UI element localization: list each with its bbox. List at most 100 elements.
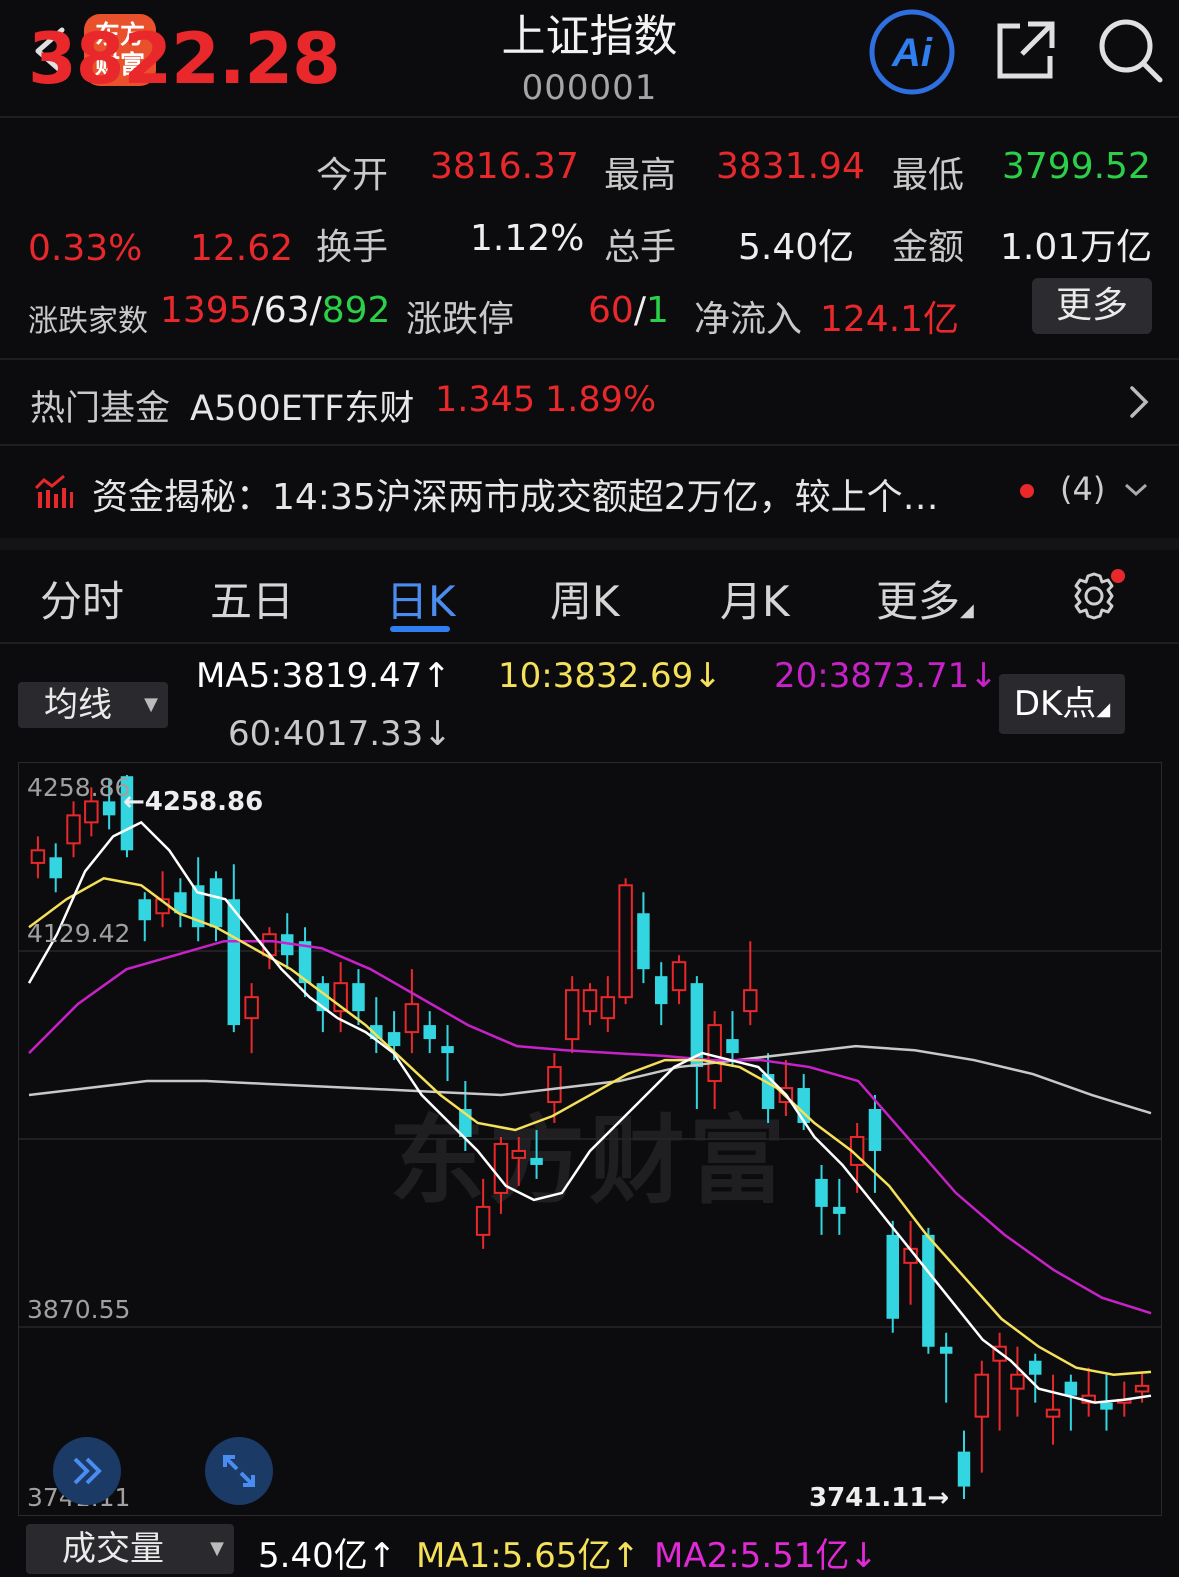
candle-body xyxy=(423,1025,436,1040)
candle-body xyxy=(352,983,365,1012)
ma10-value: 10:3832.69↓ xyxy=(498,656,722,696)
more-button[interactable]: 更多 xyxy=(1032,278,1152,334)
hot-fund-row[interactable]: 热门基金 A500ETF东财 1.345 1.89% xyxy=(0,360,1179,446)
hot-fund-name: A500ETF东财 xyxy=(190,389,415,429)
current-price: 3822.28 xyxy=(28,18,341,100)
inflow-label: 净流入 xyxy=(694,299,803,340)
change-percent: 0.33% xyxy=(28,228,143,269)
limit-values: 60/1 xyxy=(588,290,669,331)
candle-body xyxy=(743,989,758,1013)
candle-body xyxy=(441,1046,454,1054)
search-icon[interactable] xyxy=(1096,16,1164,84)
volume-ma1: MA1:5.65亿↑ xyxy=(416,1536,640,1576)
tab-five-day[interactable]: 五日 xyxy=(210,568,294,629)
candle-body xyxy=(209,878,223,928)
candle-body xyxy=(815,1178,828,1207)
open-value: 3816.37 xyxy=(430,146,579,187)
candle-body xyxy=(974,1373,990,1418)
unread-dot xyxy=(1020,484,1034,498)
news-count: (4) xyxy=(1060,470,1106,508)
candle-body xyxy=(655,976,668,1005)
expand-icon xyxy=(223,1455,255,1487)
low-value: 3799.52 xyxy=(1002,146,1151,187)
volume-value: 5.40亿↑ xyxy=(258,1536,397,1576)
dk-point-button[interactable]: DK点◢ xyxy=(999,674,1125,734)
candle-body xyxy=(84,800,99,824)
tab-intraday[interactable]: 分时 xyxy=(40,568,124,629)
candle-body xyxy=(66,814,81,845)
candle-body xyxy=(30,849,46,864)
candle-body xyxy=(637,913,650,970)
turnover-label: 换手 xyxy=(316,227,389,268)
volume-value: 5.40亿 xyxy=(738,227,855,268)
kline-svg xyxy=(19,775,1161,1499)
double-chevron-icon xyxy=(73,1457,102,1485)
indicator-select[interactable]: 均线 ▼ xyxy=(18,682,168,728)
candle-body xyxy=(102,801,116,816)
y-tick-label: 4258.86 xyxy=(27,773,131,802)
turnover-value: 1.12% xyxy=(470,218,585,259)
candle-body xyxy=(1064,1381,1078,1396)
low-marker: 3741.11→ xyxy=(809,1483,950,1513)
chevron-down-icon[interactable] xyxy=(1124,482,1148,498)
candle-body xyxy=(1134,1384,1150,1393)
ma60-line xyxy=(28,1044,1152,1115)
volume-ma2: MA2:5.51亿↓ xyxy=(654,1536,878,1576)
candle-body xyxy=(957,1451,971,1487)
candle-body xyxy=(530,1157,543,1165)
high-marker: ←4258.86 xyxy=(123,787,264,817)
hot-fund-label: 热门基金 xyxy=(30,389,171,429)
candle-body xyxy=(227,899,241,1026)
kline-chart[interactable]: 东方财富 4258.86 4129.42 3870.55 3741.11 ←42… xyxy=(18,762,1162,1516)
candle-body xyxy=(582,989,598,1013)
candle-body xyxy=(262,933,277,957)
tab-daily-k[interactable]: 日K xyxy=(386,568,456,629)
news-text: 资金揭秘：14:35沪深两市成交额超2万亿，较上个… xyxy=(92,477,939,518)
y-tick-label: 4129.42 xyxy=(27,919,131,948)
ma5-value: MA5:3819.47↑ xyxy=(196,656,451,696)
candle-body xyxy=(138,899,151,921)
tab-monthly-k[interactable]: 月K xyxy=(720,568,790,629)
period-tabs: 分时 五日 日K 周K 月K 更多◢ xyxy=(0,550,1179,644)
candle-body xyxy=(939,1346,953,1354)
settings-gear-icon[interactable] xyxy=(1068,568,1128,624)
ai-assistant-icon[interactable]: Ai xyxy=(868,8,956,96)
tab-weekly-k[interactable]: 周K xyxy=(550,568,620,629)
amount-label: 金额 xyxy=(892,227,965,268)
candle-body xyxy=(475,1205,491,1236)
hot-fund-pct: 1.89% xyxy=(545,380,657,420)
fullscreen-button[interactable] xyxy=(205,1437,273,1505)
high-label: 最高 xyxy=(604,155,677,196)
volume-label: 总手 xyxy=(604,227,677,268)
candle-body xyxy=(1100,1402,1113,1410)
candle-body xyxy=(726,1039,739,1054)
candle-body xyxy=(1045,1408,1061,1418)
candle-body xyxy=(511,1149,526,1159)
volume-indicator-select[interactable]: 成交量 ▼ xyxy=(26,1524,234,1574)
candle-body xyxy=(387,1032,401,1047)
chevron-right-icon xyxy=(1130,386,1149,418)
candle-body xyxy=(244,996,259,1020)
ma60-value: 60:4017.33↓ xyxy=(228,714,452,754)
candle-body xyxy=(618,884,633,999)
candle-body xyxy=(868,1109,882,1151)
y-tick-label: 3870.55 xyxy=(27,1295,131,1324)
share-icon[interactable] xyxy=(994,18,1058,82)
limit-label: 涨跌停 xyxy=(406,299,515,340)
change-amount: 12.62 xyxy=(190,228,294,269)
candle-body xyxy=(564,989,580,1041)
fast-forward-button[interactable] xyxy=(53,1437,121,1505)
candle-body xyxy=(707,1024,722,1083)
tab-more[interactable]: 更多◢ xyxy=(876,568,974,629)
news-ticker[interactable]: 资金揭秘：14:35沪深两市成交额超2万亿，较上个… (4) xyxy=(0,446,1179,550)
ma20-value: 20:3873.71↓ xyxy=(774,656,998,696)
inflow-value: 124.1亿 xyxy=(820,299,960,340)
svg-text:Ai: Ai xyxy=(891,31,933,75)
candle-body xyxy=(671,961,687,992)
open-label: 今开 xyxy=(316,155,389,196)
amount-value: 1.01万亿 xyxy=(1000,227,1153,268)
candle-body xyxy=(404,1003,420,1034)
candle-body xyxy=(1029,1360,1042,1375)
ma10-line xyxy=(28,876,1152,1376)
candle-body xyxy=(600,996,616,1020)
